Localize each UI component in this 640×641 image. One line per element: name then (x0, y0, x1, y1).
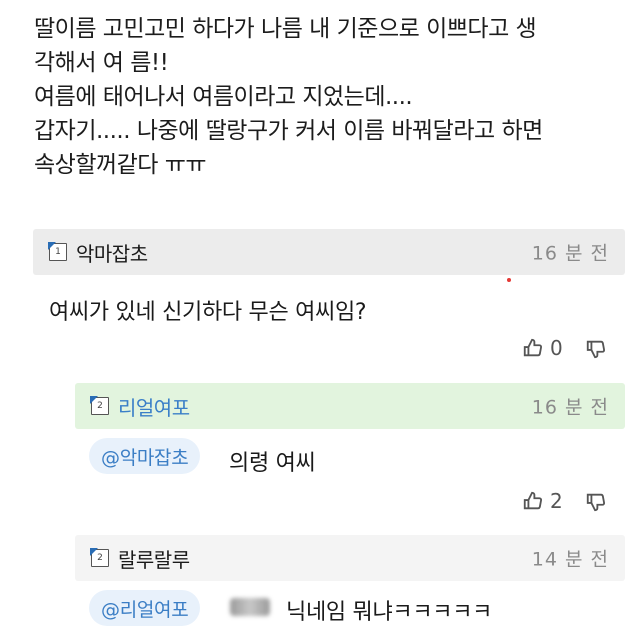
level-2-icon: 2 (91, 549, 109, 567)
comment-time: 16 분 전 (531, 242, 609, 265)
comment-header: 1 악마잡초 16 분 전 (33, 229, 625, 275)
comment-author[interactable]: 악마잡초 (76, 238, 148, 267)
comment-time: 16 분 전 (531, 396, 609, 419)
comment-text: 의령 여씨 (229, 451, 316, 476)
post-line: 딸이름 고민고민 하다가 나름 내 기준으로 이쁘다고 생 (34, 16, 537, 42)
dislike-button[interactable] (585, 338, 607, 360)
thumbs-down-icon (586, 340, 606, 359)
comment-author[interactable]: 랄루랄루 (118, 544, 190, 573)
red-dot (507, 278, 511, 282)
reply-header: 2 리얼여포 16 분 전 (75, 383, 625, 429)
like-button[interactable]: 0 (522, 336, 563, 360)
reply-header: 2 랄루랄루 14 분 전 (75, 535, 625, 581)
mention-tag[interactable]: @악마잡초 (89, 438, 201, 474)
like-count: 2 (550, 489, 563, 513)
comment-author[interactable]: 리얼여포 (118, 392, 190, 421)
level-1-icon: 1 (49, 243, 67, 261)
post-line: 속상할꺼같다 ㅠㅠ (34, 152, 207, 178)
level-2-icon: 2 (91, 397, 109, 415)
like-button[interactable]: 2 (522, 489, 563, 513)
post-line: 여름에 태어나서 여름이라고 지었는데.... (34, 84, 413, 110)
post-line: 각해서 여 름!! (34, 50, 169, 76)
thumbs-up-icon (523, 491, 543, 510)
comment-text: 여씨가 있네 신기하다 무슨 여씨임? (49, 300, 367, 325)
like-count: 0 (550, 336, 563, 360)
blurred-text (230, 598, 270, 616)
post-body: 딸이름 고민고민 하다가 나름 내 기준으로 이쁘다고 생 각해서 여 름!! … (34, 12, 624, 182)
thumbs-up-icon (523, 338, 543, 357)
comment-text: 닉네임 뭐냐ㅋㅋㅋㅋㅋ (286, 600, 493, 625)
mention-tag[interactable]: @리얼여포 (89, 590, 201, 626)
comment-time: 14 분 전 (531, 548, 609, 571)
thumbs-down-icon (586, 493, 606, 512)
dislike-button[interactable] (585, 491, 607, 513)
post-line: 갑자기..... 나중에 딸랑구가 커서 이름 바꿔달라고 하면 (34, 118, 543, 144)
